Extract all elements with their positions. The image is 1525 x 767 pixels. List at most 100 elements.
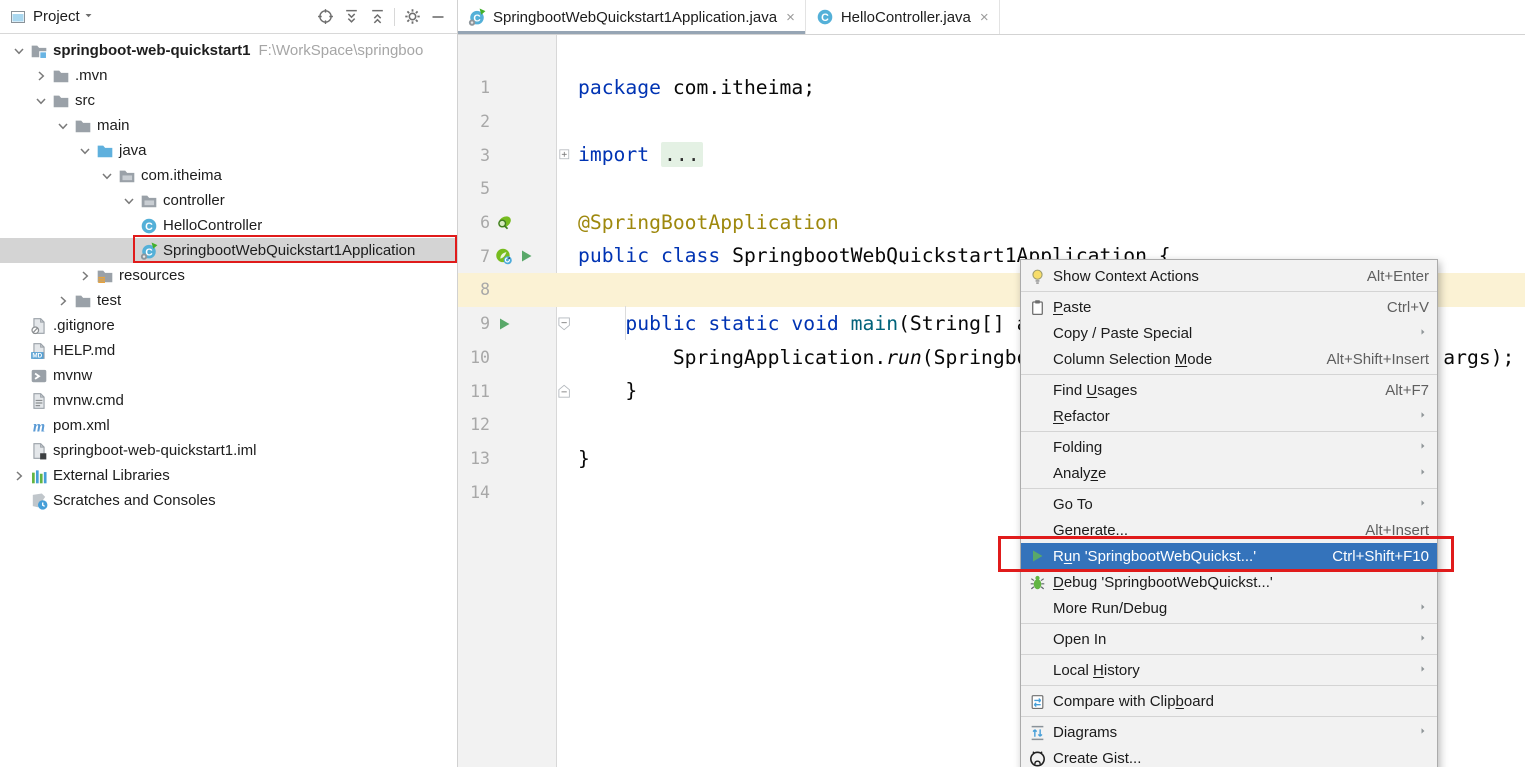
tree-item-com-itheima[interactable]: com.itheima: [0, 163, 457, 188]
close-icon[interactable]: ×: [786, 9, 795, 26]
tree-item-label: HelloController: [163, 217, 262, 234]
chevron-down-icon[interactable]: [74, 143, 96, 159]
tree-item-label: pom.xml: [53, 417, 110, 434]
tree-item-java[interactable]: java: [0, 138, 457, 163]
tree-item-springboot-web-quickstart1-iml[interactable]: springboot-web-quickstart1.iml: [0, 438, 457, 463]
menu-item-generate[interactable]: Generate...Alt+Insert: [1021, 517, 1437, 543]
menu-item-run-springbootwebquickst[interactable]: Run 'SpringbootWebQuickst...'Ctrl+Shift+…: [1021, 543, 1437, 569]
chevron-down-icon[interactable]: [118, 193, 140, 209]
tree-item-gitignore[interactable]: .gitignore: [0, 313, 457, 338]
tree-item-test[interactable]: test: [0, 288, 457, 313]
chevron-down-icon[interactable]: [84, 11, 96, 23]
fold-marker-down-icon[interactable]: [558, 316, 572, 332]
menu-item-go-to[interactable]: Go To: [1021, 491, 1437, 517]
indent-guide: [625, 306, 626, 340]
spring-bean-gutter-icon[interactable]: [495, 214, 512, 231]
menu-item-refactor[interactable]: Refactor: [1021, 403, 1437, 429]
submenu-arrow-icon: [1420, 634, 1431, 645]
svg-text:m: m: [33, 418, 45, 434]
code-line-5[interactable]: 5: [458, 172, 1525, 206]
tree-item-scratches-and-consoles[interactable]: Scratches and Consoles: [0, 488, 457, 513]
editor-tab-springbootwebquickstart1application-java[interactable]: CSpringbootWebQuickstart1Application.jav…: [458, 0, 806, 34]
tree-item-label: com.itheima: [141, 167, 222, 184]
tree-item-pom-xml[interactable]: m pom.xml: [0, 413, 457, 438]
menu-item-more-run-debug[interactable]: More Run/Debug: [1021, 595, 1437, 621]
folder-icon: [74, 117, 92, 135]
menu-item-label: Copy / Paste Special: [1053, 325, 1192, 342]
tree-item-path: F:\WorkSpace\springboo: [259, 42, 424, 59]
code-line-6[interactable]: 6@SpringBootApplication: [458, 206, 1525, 240]
chevron-right-icon[interactable]: [30, 68, 52, 84]
code-line-3[interactable]: 3import ...: [458, 138, 1525, 172]
tree-item-mvnw-cmd[interactable]: mvnw.cmd: [0, 388, 457, 413]
menu-separator: [1021, 623, 1437, 624]
menu-item-find-usages[interactable]: Find UsagesAlt+F7: [1021, 377, 1437, 403]
settings-gear-icon[interactable]: [399, 4, 425, 30]
tree-item-mvn[interactable]: .mvn: [0, 63, 457, 88]
menu-separator: [1021, 291, 1437, 292]
menu-item-create-gist[interactable]: Create Gist...: [1021, 745, 1437, 767]
submenu-arrow-icon: [1420, 328, 1431, 339]
tree-item-src[interactable]: src: [0, 88, 457, 113]
close-icon[interactable]: ×: [980, 9, 989, 26]
tree-item-help-md[interactable]: MDHELP.md: [0, 338, 457, 363]
tree-item-label: resources: [119, 267, 185, 284]
editor-tab-hellocontroller-java[interactable]: CHelloController.java×: [806, 0, 1000, 34]
tree-item-springbootwebquickstart1application[interactable]: CSpringbootWebQuickstart1Application: [0, 238, 457, 263]
chevron-right-icon[interactable]: [52, 293, 74, 309]
chevron-down-icon[interactable]: [52, 118, 74, 134]
collapse-all-icon[interactable]: [364, 4, 390, 30]
hide-panel-icon[interactable]: [425, 4, 451, 30]
ide-window: Project springboot-web-quickstart1F:\Wor…: [0, 0, 1525, 767]
code-line-1[interactable]: 1package com.itheima;: [458, 71, 1525, 105]
fold-marker-up-icon[interactable]: [558, 383, 572, 399]
class-run-icon: C: [468, 8, 486, 26]
chevron-down-icon[interactable]: [30, 93, 52, 109]
run-gutter-icon[interactable]: [517, 248, 534, 265]
diagrams-icon: [1028, 723, 1046, 741]
tree-item-label: External Libraries: [53, 467, 170, 484]
tree-item-mvnw[interactable]: mvnw: [0, 363, 457, 388]
folder-root-icon: [30, 42, 48, 60]
menu-item-analyze[interactable]: Analyze: [1021, 460, 1437, 486]
submenu-arrow-icon: [1420, 499, 1431, 510]
menu-item-copy-paste-special[interactable]: Copy / Paste Special: [1021, 320, 1437, 346]
chevron-down-icon[interactable]: [8, 43, 30, 59]
class-run-icon: C: [140, 242, 158, 260]
run-gutter-icon[interactable]: [495, 315, 512, 332]
tree-item-hellocontroller[interactable]: CHelloController: [0, 213, 457, 238]
tree-item-external-libraries[interactable]: External Libraries: [0, 463, 457, 488]
tree-item-springboot-web-quickstart1[interactable]: springboot-web-quickstart1F:\WorkSpace\s…: [0, 38, 457, 63]
scratches-icon: [30, 492, 48, 510]
tree-item-label: src: [75, 92, 95, 109]
expand-all-icon[interactable]: [338, 4, 364, 30]
fold-marker-plus-icon[interactable]: [559, 149, 572, 162]
menu-item-compare-with-clipboard[interactable]: Compare with Clipboard: [1021, 688, 1437, 714]
menu-item-diagrams[interactable]: Diagrams: [1021, 719, 1437, 745]
toolbar-divider: [394, 8, 395, 26]
line-number: 14: [458, 483, 490, 502]
menu-item-folding[interactable]: Folding: [1021, 434, 1437, 460]
menu-shortcut: Alt+Enter: [1367, 268, 1429, 285]
spring-boot-gutter-icon[interactable]: [495, 248, 512, 265]
locate-icon[interactable]: [312, 4, 338, 30]
line-number: 5: [458, 179, 490, 198]
tree-item-label: controller: [163, 192, 225, 209]
chevron-right-icon[interactable]: [74, 268, 96, 284]
project-tree: springboot-web-quickstart1F:\WorkSpace\s…: [0, 34, 457, 513]
code-line-2[interactable]: 2: [458, 105, 1525, 139]
menu-item-debug-springbootwebquickst[interactable]: Debug 'SpringbootWebQuickst...': [1021, 569, 1437, 595]
project-panel-title[interactable]: Project: [33, 8, 80, 25]
menu-item-paste[interactable]: PasteCtrl+V: [1021, 294, 1437, 320]
menu-item-show-context-actions[interactable]: Show Context ActionsAlt+Enter: [1021, 263, 1437, 289]
menu-item-open-in[interactable]: Open In: [1021, 626, 1437, 652]
tree-item-label: mvnw: [53, 367, 92, 384]
tree-item-label: .mvn: [75, 67, 108, 84]
tree-item-controller[interactable]: controller: [0, 188, 457, 213]
menu-item-local-history[interactable]: Local History: [1021, 657, 1437, 683]
chevron-right-icon[interactable]: [8, 468, 30, 484]
tree-item-main[interactable]: main: [0, 113, 457, 138]
menu-item-column-selection-mode[interactable]: Column Selection ModeAlt+Shift+Insert: [1021, 346, 1437, 372]
chevron-down-icon[interactable]: [96, 168, 118, 184]
tree-item-resources[interactable]: resources: [0, 263, 457, 288]
